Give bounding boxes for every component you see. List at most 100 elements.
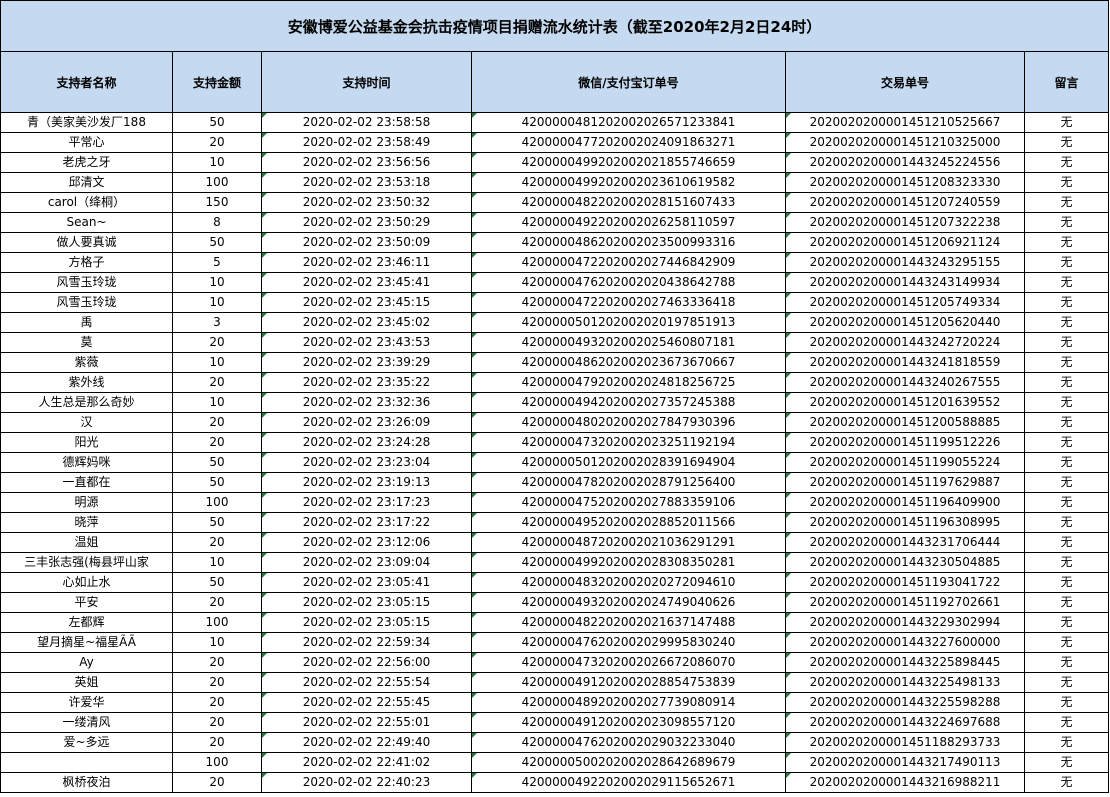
cell-order-no[interactable]: 4200000499202002023610619582 — [471, 172, 786, 193]
cell-message[interactable]: 无 — [1023, 292, 1110, 313]
cell-supporter-name[interactable]: 邱清文 — [0, 172, 173, 193]
cell-time[interactable]: 2020-02-02 22:49:40 — [261, 732, 472, 753]
column-header-amount[interactable]: 支持金额 — [172, 51, 262, 113]
column-header-order-no[interactable]: 微信/支付宝订单号 — [471, 51, 786, 113]
cell-order-no[interactable]: 4200000501202002020197851913 — [471, 312, 786, 333]
cell-message[interactable]: 无 — [1023, 192, 1110, 213]
cell-time[interactable]: 2020-02-02 23:19:13 — [261, 472, 472, 493]
cell-order-no[interactable]: 4200000477202002024091863271 — [471, 132, 786, 153]
cell-amount[interactable]: 50 — [172, 512, 262, 533]
cell-order-no[interactable]: 4200000493202002024749040626 — [471, 592, 786, 613]
cell-trade-no[interactable]: 2020020200001443216988211 — [785, 772, 1025, 793]
cell-message[interactable]: 无 — [1023, 252, 1110, 273]
cell-amount[interactable]: 50 — [172, 572, 262, 593]
cell-message[interactable]: 无 — [1023, 752, 1110, 773]
cell-message[interactable]: 无 — [1023, 632, 1110, 653]
cell-trade-no[interactable]: 2020020200001451197629887 — [785, 472, 1025, 493]
cell-time[interactable]: 2020-02-02 23:43:53 — [261, 332, 472, 353]
cell-order-no[interactable]: 4200000472202002027463336418 — [471, 292, 786, 313]
cell-trade-no[interactable]: 2020020200001443245224556 — [785, 152, 1025, 173]
cell-message[interactable]: 无 — [1023, 652, 1110, 673]
cell-order-no[interactable]: 4200000476202002020438642788 — [471, 272, 786, 293]
cell-order-no[interactable]: 4200000476202002029032233040 — [471, 732, 786, 753]
cell-message[interactable]: 无 — [1023, 732, 1110, 753]
cell-time[interactable]: 2020-02-02 22:41:02 — [261, 752, 472, 773]
column-header-time[interactable]: 支持时间 — [261, 51, 472, 113]
cell-amount[interactable]: 50 — [172, 452, 262, 473]
cell-time[interactable]: 2020-02-02 23:45:15 — [261, 292, 472, 313]
cell-time[interactable]: 2020-02-02 23:50:32 — [261, 192, 472, 213]
cell-amount[interactable]: 20 — [172, 412, 262, 433]
cell-trade-no[interactable]: 2020020200001451199512226 — [785, 432, 1025, 453]
cell-amount[interactable]: 10 — [172, 152, 262, 173]
cell-supporter-name[interactable]: 阳光 — [0, 432, 173, 453]
cell-order-no[interactable]: 4200000494202002027357245388 — [471, 392, 786, 413]
cell-trade-no[interactable]: 2020020200001443227600000 — [785, 632, 1025, 653]
cell-supporter-name[interactable]: 温姐 — [0, 532, 173, 553]
cell-supporter-name[interactable]: 风雪玉玲珑 — [0, 272, 173, 293]
cell-amount[interactable]: 20 — [172, 432, 262, 453]
cell-trade-no[interactable]: 2020020200001451206921124 — [785, 232, 1025, 253]
cell-message[interactable]: 无 — [1023, 312, 1110, 333]
cell-order-no[interactable]: 4200000495202002028852011566 — [471, 512, 786, 533]
cell-trade-no[interactable]: 2020020200001443230504885 — [785, 552, 1025, 573]
cell-trade-no[interactable]: 2020020200001443229302994 — [785, 612, 1025, 633]
cell-amount[interactable]: 10 — [172, 632, 262, 653]
cell-message[interactable]: 无 — [1023, 532, 1110, 553]
cell-amount[interactable]: 3 — [172, 312, 262, 333]
cell-message[interactable]: 无 — [1023, 392, 1110, 413]
cell-time[interactable]: 2020-02-02 23:23:04 — [261, 452, 472, 473]
cell-supporter-name[interactable]: 德辉妈咪 — [0, 452, 173, 473]
cell-order-no[interactable]: 4200000492202002029115652671 — [471, 772, 786, 793]
cell-message[interactable]: 无 — [1023, 112, 1110, 133]
cell-trade-no[interactable]: 2020020200001443225598288 — [785, 692, 1025, 713]
cell-amount[interactable]: 50 — [172, 472, 262, 493]
cell-trade-no[interactable]: 2020020200001451200588885 — [785, 412, 1025, 433]
cell-supporter-name[interactable]: 青（美家美沙发厂188 — [0, 112, 173, 133]
cell-supporter-name[interactable]: 晓萍 — [0, 512, 173, 533]
cell-supporter-name[interactable]: 枫桥夜泊 — [0, 772, 173, 793]
cell-time[interactable]: 2020-02-02 22:55:54 — [261, 672, 472, 693]
cell-message[interactable]: 无 — [1023, 772, 1110, 793]
cell-order-no[interactable]: 4200000499202002028308350281 — [471, 552, 786, 573]
cell-time[interactable]: 2020-02-02 23:17:22 — [261, 512, 472, 533]
cell-message[interactable]: 无 — [1023, 212, 1110, 233]
cell-trade-no[interactable]: 2020020200001451196409900 — [785, 492, 1025, 513]
cell-amount[interactable]: 20 — [172, 132, 262, 153]
cell-message[interactable]: 无 — [1023, 432, 1110, 453]
cell-order-no[interactable]: 4200000493202002025460807181 — [471, 332, 786, 353]
cell-order-no[interactable]: 4200000472202002027446842909 — [471, 252, 786, 273]
cell-message[interactable]: 无 — [1023, 152, 1110, 173]
cell-time[interactable]: 2020-02-02 22:55:01 — [261, 712, 472, 733]
cell-order-no[interactable]: 4200000489202002027739080914 — [471, 692, 786, 713]
cell-supporter-name[interactable] — [0, 752, 173, 773]
cell-trade-no[interactable]: 2020020200001451205620440 — [785, 312, 1025, 333]
cell-amount[interactable]: 20 — [172, 532, 262, 553]
cell-order-no[interactable]: 4200000479202002024818256725 — [471, 372, 786, 393]
cell-time[interactable]: 2020-02-02 23:53:18 — [261, 172, 472, 193]
cell-amount[interactable]: 20 — [172, 692, 262, 713]
cell-time[interactable]: 2020-02-02 23:05:15 — [261, 592, 472, 613]
cell-trade-no[interactable]: 2020020200001443225498133 — [785, 672, 1025, 693]
cell-supporter-name[interactable]: 爱~多远 — [0, 732, 173, 753]
cell-supporter-name[interactable]: 望月摘星~福星ÃÃ — [0, 632, 173, 653]
cell-order-no[interactable]: 4200000475202002027883359106 — [471, 492, 786, 513]
cell-time[interactable]: 2020-02-02 22:40:23 — [261, 772, 472, 793]
cell-amount[interactable]: 8 — [172, 212, 262, 233]
cell-time[interactable]: 2020-02-02 23:50:29 — [261, 212, 472, 233]
cell-message[interactable]: 无 — [1023, 592, 1110, 613]
cell-order-no[interactable]: 4200000482202002021637147488 — [471, 612, 786, 633]
cell-order-no[interactable]: 4200000482202002028151607433 — [471, 192, 786, 213]
cell-order-no[interactable]: 4200000500202002028642689679 — [471, 752, 786, 773]
cell-trade-no[interactable]: 2020020200001443242720224 — [785, 332, 1025, 353]
cell-message[interactable]: 无 — [1023, 672, 1110, 693]
cell-message[interactable]: 无 — [1023, 352, 1110, 373]
cell-supporter-name[interactable]: 一直都在 — [0, 472, 173, 493]
cell-trade-no[interactable]: 2020020200001451210525667 — [785, 112, 1025, 133]
cell-message[interactable]: 无 — [1023, 492, 1110, 513]
cell-amount[interactable]: 50 — [172, 112, 262, 133]
cell-supporter-name[interactable]: 左都辉 — [0, 612, 173, 633]
cell-order-no[interactable]: 4200000480202002027847930396 — [471, 412, 786, 433]
cell-amount[interactable]: 20 — [172, 732, 262, 753]
cell-trade-no[interactable]: 2020020200001451192702661 — [785, 592, 1025, 613]
